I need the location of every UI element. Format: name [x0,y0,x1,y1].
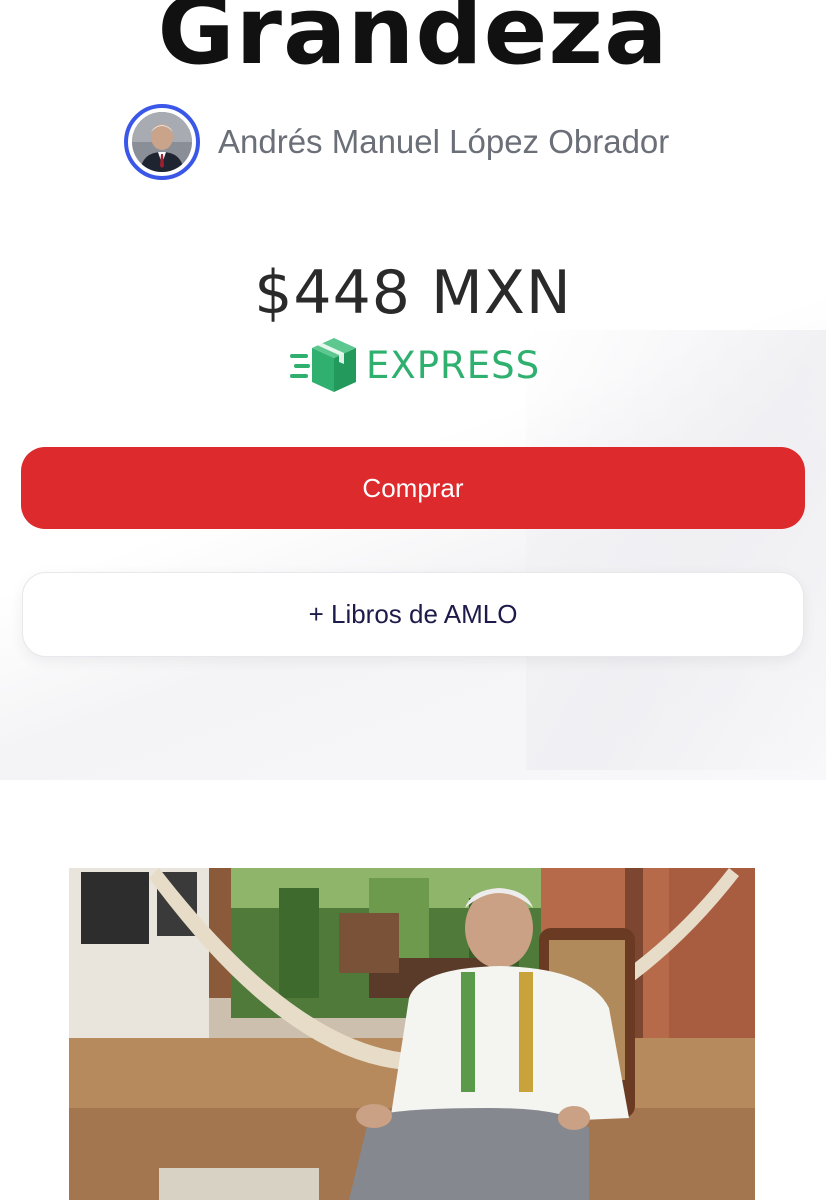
author-avatar[interactable] [124,104,200,180]
author-portrait-icon [132,112,192,172]
more-books-button[interactable]: + Libros de AMLO [22,572,804,657]
book-price: $448 MXN [254,258,572,328]
background-highlight [526,330,826,770]
book-title: Grandeza [157,0,669,86]
book-page: Grandeza Andrés Manuel López Obrador $44… [0,0,826,1200]
express-box-icon [290,338,356,392]
author-photo-image [69,868,755,1200]
book-photo [69,868,755,1200]
express-label: EXPRESS [366,343,541,387]
author-link[interactable]: Andrés Manuel López Obrador [124,100,669,184]
author-name[interactable]: Andrés Manuel López Obrador [218,123,669,161]
buy-button[interactable]: Comprar [21,447,805,529]
express-shipping-badge: EXPRESS [290,332,540,398]
